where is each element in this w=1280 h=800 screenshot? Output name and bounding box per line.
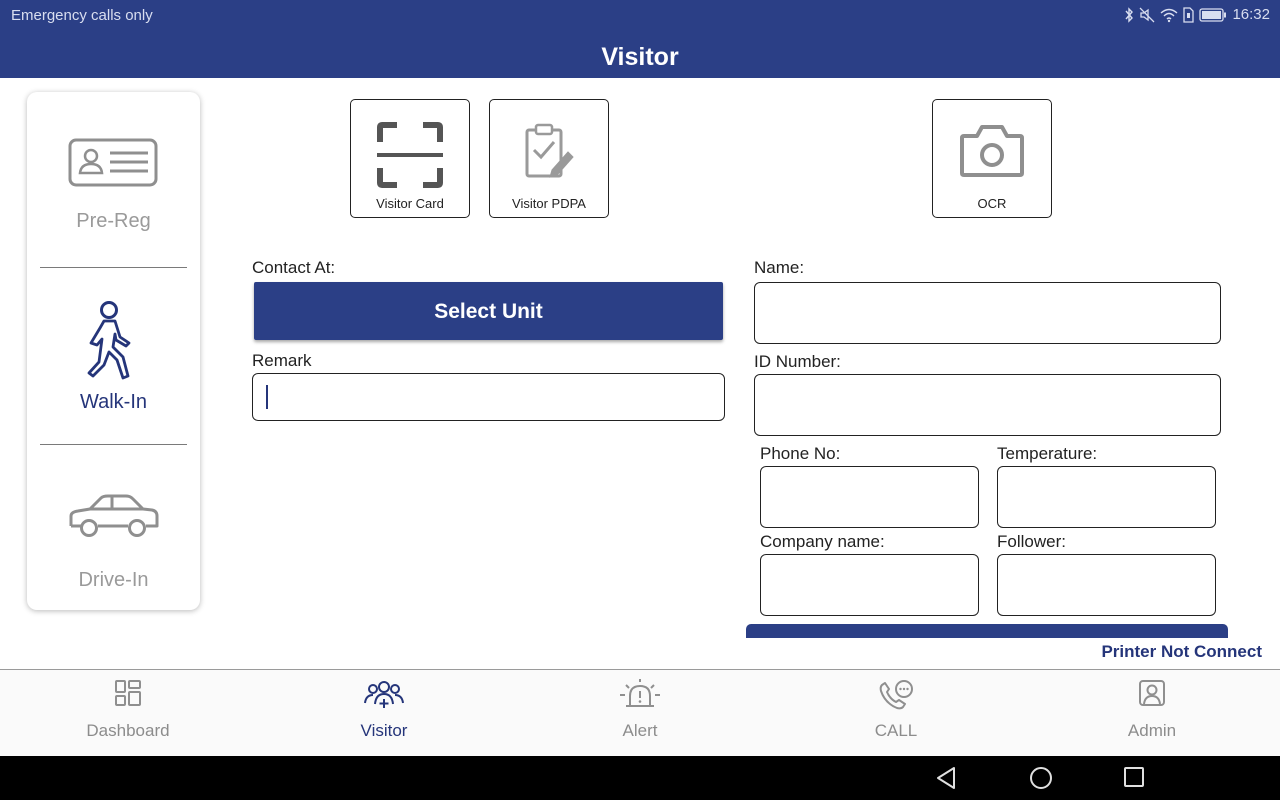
admin-icon	[1139, 680, 1165, 706]
carrier-text: Emergency calls only	[11, 7, 153, 24]
nav-alert[interactable]: Alert	[512, 670, 768, 756]
visitor-group-icon	[364, 681, 404, 708]
bottom-navigation: Dashboard Visitor Alert CALL Admin	[0, 669, 1280, 756]
mute-icon	[1139, 7, 1155, 22]
mode-pre-reg[interactable]: Pre-Reg	[27, 92, 200, 268]
visitor-pdpa-button[interactable]: Visitor PDPA	[489, 99, 609, 218]
bluetooth-icon	[1125, 6, 1134, 23]
nav-call[interactable]: CALL	[768, 670, 1024, 756]
nav-visitor[interactable]: Visitor	[256, 670, 512, 756]
remark-input[interactable]	[252, 373, 725, 421]
nav-admin-label: Admin	[1127, 721, 1177, 740]
clipboard-check-icon	[525, 123, 574, 178]
wifi-icon	[1160, 8, 1178, 22]
system-navigation-bar	[0, 756, 1280, 800]
visitor-mode-panel: Pre-Reg Walk-In Drive-In	[27, 92, 200, 610]
home-icon[interactable]	[1029, 766, 1053, 790]
phone-input[interactable]	[760, 466, 979, 528]
dashboard-icon	[115, 680, 141, 706]
mode-walk-in[interactable]: Walk-In	[27, 268, 200, 445]
name-label: Name:	[754, 258, 805, 277]
select-unit-button[interactable]: Select Unit	[254, 282, 723, 340]
remark-label: Remark	[252, 351, 312, 370]
sim-icon	[1183, 6, 1195, 23]
nav-dashboard-label: Dashboard	[86, 721, 170, 740]
id-card-icon	[68, 138, 158, 187]
id-number-label: ID Number:	[754, 352, 841, 371]
status-bar: Emergency calls only 16:32	[0, 0, 1280, 32]
status-icons: 16:32	[1124, 6, 1270, 23]
visitor-card-button[interactable]: Visitor Card	[350, 99, 470, 218]
text-cursor	[266, 385, 268, 409]
follower-input[interactable]	[997, 554, 1216, 616]
ocr-button[interactable]: OCR	[932, 99, 1052, 218]
nav-dashboard[interactable]: Dashboard	[0, 670, 256, 756]
follower-label: Follower:	[997, 532, 1066, 551]
name-input[interactable]	[754, 282, 1221, 344]
nav-admin[interactable]: Admin	[1024, 670, 1280, 756]
mode-drive-in-label: Drive-In	[78, 569, 149, 591]
car-icon	[69, 494, 159, 537]
phone-call-icon	[879, 680, 913, 710]
mode-walk-in-label: Walk-In	[79, 391, 148, 413]
clock-text: 16:32	[1232, 6, 1270, 23]
page-title: Visitor	[0, 32, 1280, 78]
visitor-pdpa-label: Visitor PDPA	[512, 196, 586, 211]
camera-icon	[960, 125, 1024, 177]
visitor-card-label: Visitor Card	[376, 196, 444, 211]
company-name-label: Company name:	[760, 532, 885, 551]
walking-person-icon	[87, 301, 131, 380]
nav-alert-label: Alert	[622, 721, 658, 740]
temperature-input[interactable]	[997, 466, 1216, 528]
mode-drive-in[interactable]: Drive-In	[27, 445, 200, 610]
contact-at-label: Contact At:	[252, 258, 336, 277]
nav-call-label: CALL	[874, 721, 918, 740]
ocr-label: OCR	[977, 196, 1007, 211]
back-icon[interactable]	[935, 766, 957, 790]
recent-apps-icon[interactable]	[1123, 766, 1145, 788]
nav-visitor-label: Visitor	[360, 721, 408, 740]
submit-button[interactable]	[746, 624, 1228, 638]
alarm-icon	[620, 679, 660, 707]
mode-pre-reg-label: Pre-Reg	[76, 210, 151, 232]
temperature-label: Temperature:	[997, 444, 1098, 463]
company-name-input[interactable]	[760, 554, 979, 616]
scan-icon	[377, 122, 443, 188]
phone-label: Phone No:	[760, 444, 841, 463]
printer-status: Printer Not Connect	[1101, 642, 1262, 661]
id-number-input[interactable]	[754, 374, 1221, 436]
battery-icon	[1199, 7, 1227, 22]
